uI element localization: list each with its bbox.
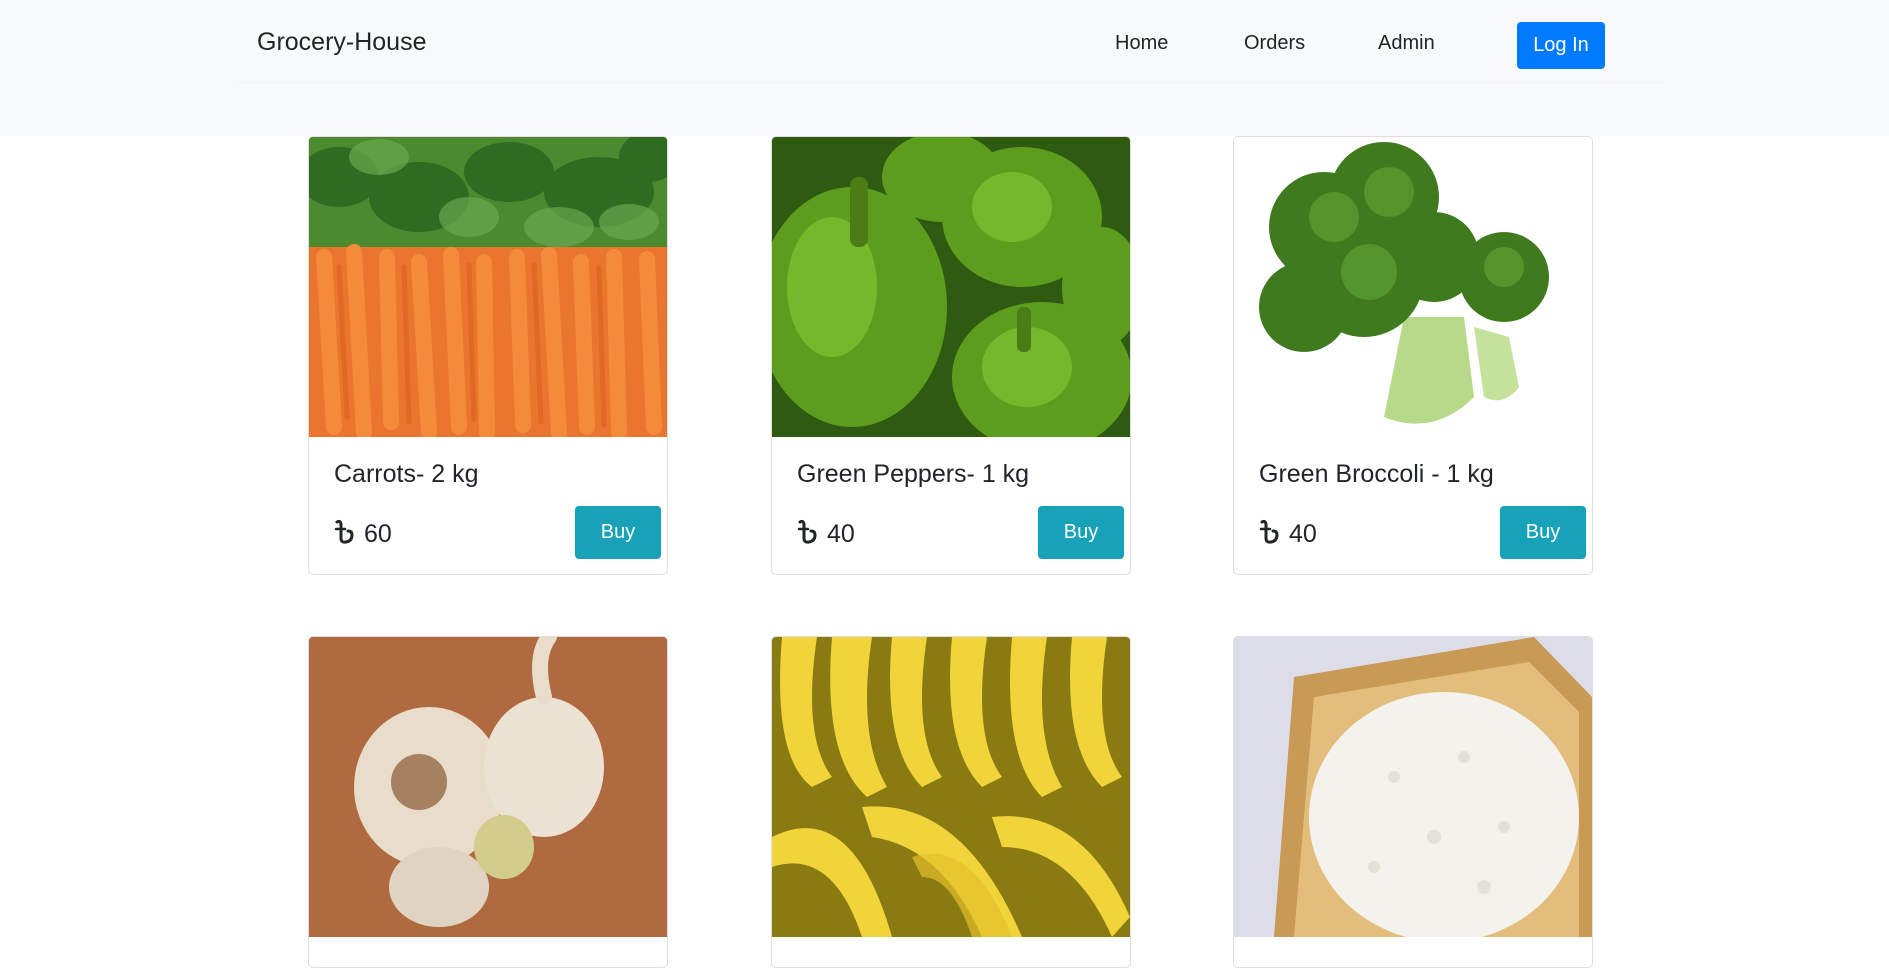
login-button[interactable]: Log In (1517, 22, 1605, 69)
product-price-row: 40 (1259, 519, 1317, 547)
taka-icon (1259, 519, 1279, 544)
buy-button[interactable]: Buy (575, 506, 661, 559)
brand-link[interactable]: Grocery-House (257, 30, 427, 55)
buy-button[interactable]: Buy (1038, 506, 1124, 559)
nav-orders[interactable]: Orders (1244, 33, 1305, 53)
product-card-carrots: Carrots- 2 kg 60 Buy (308, 136, 668, 575)
product-image-garlic (309, 637, 667, 937)
product-price-row: 60 (334, 519, 392, 547)
buy-button[interactable]: Buy (1500, 506, 1586, 559)
product-image-rice (1234, 637, 1592, 937)
product-price: 40 (1289, 520, 1317, 548)
product-title: Carrots- 2 kg (334, 460, 479, 488)
nav-home[interactable]: Home (1115, 33, 1168, 53)
product-card-broccoli: Green Broccoli - 1 kg 40 Buy (1233, 136, 1593, 575)
product-image-bananas (772, 637, 1130, 937)
product-card-bananas (771, 636, 1131, 968)
product-price: 40 (827, 520, 855, 548)
product-image-carrots (309, 137, 667, 437)
product-card-garlic (308, 636, 668, 968)
product-card-rice (1233, 636, 1593, 968)
product-image-green-peppers (772, 137, 1130, 437)
product-price-row: 40 (797, 519, 855, 547)
product-title: Green Peppers- 1 kg (797, 460, 1030, 488)
product-image-broccoli (1234, 137, 1592, 437)
product-card-green-peppers: Green Peppers- 1 kg 40 Buy (771, 136, 1131, 575)
taka-icon (797, 519, 817, 544)
product-price: 60 (364, 520, 392, 548)
nav-admin[interactable]: Admin (1378, 33, 1435, 53)
product-title: Green Broccoli - 1 kg (1259, 460, 1494, 488)
taka-icon (334, 519, 354, 544)
navbar: Grocery-House Home Orders Admin Log In (236, 0, 1664, 83)
